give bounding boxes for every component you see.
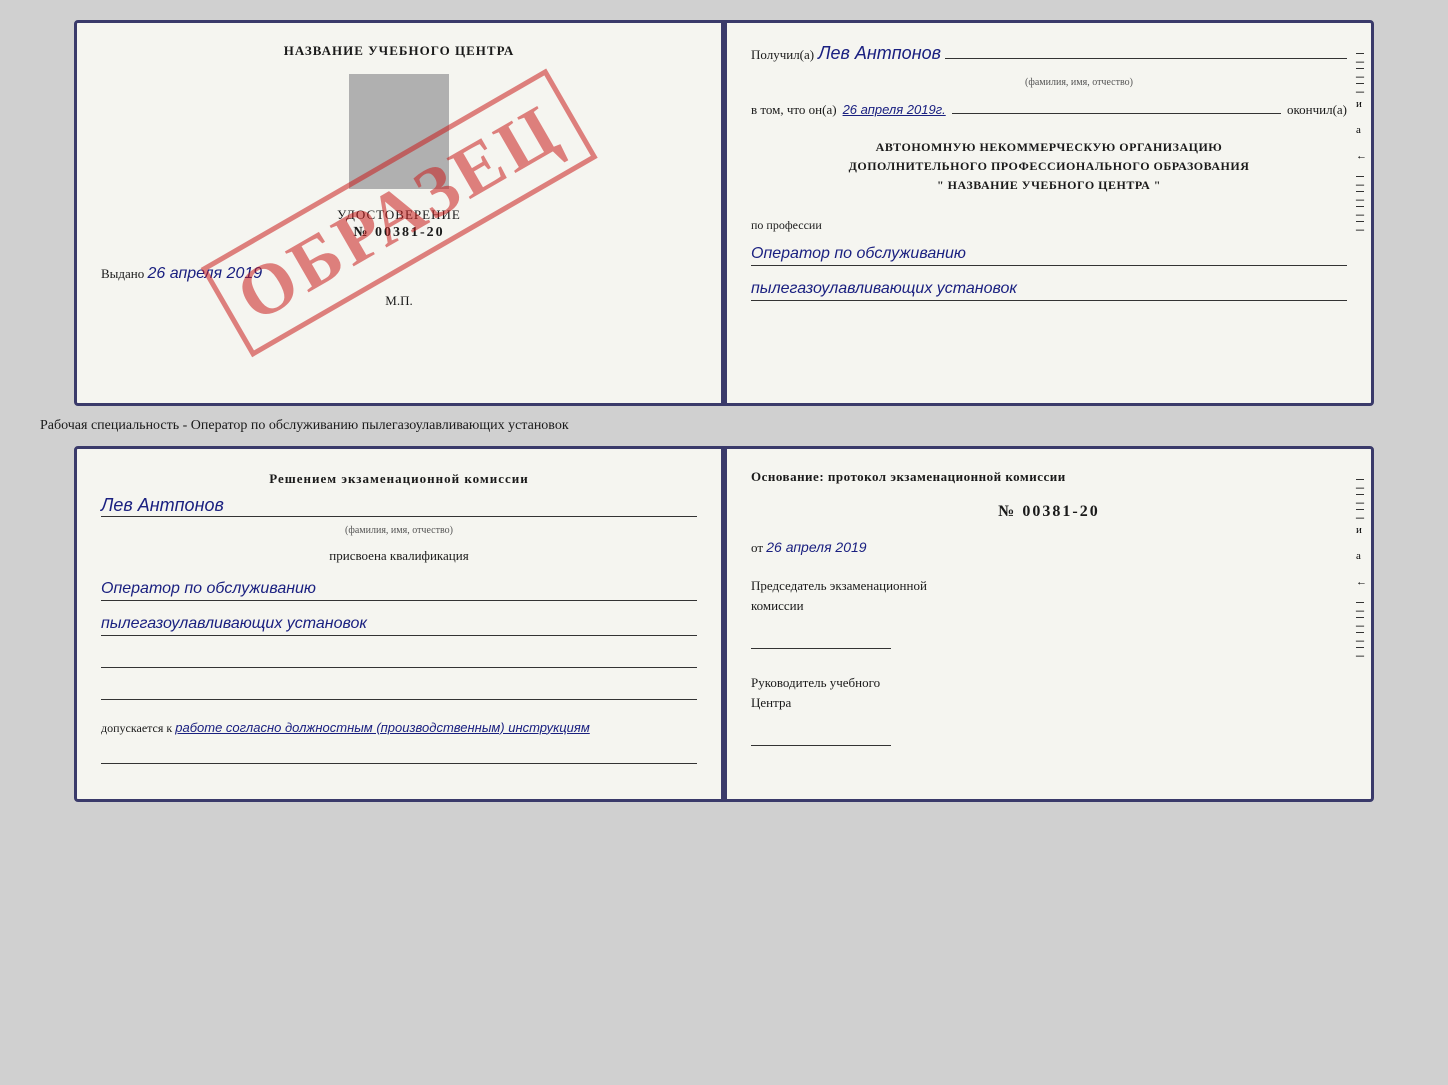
qual-chairman-line1: Председатель экзаменационной: [751, 576, 1347, 596]
btick-6: –: [1356, 632, 1364, 633]
btick-5: –: [1356, 617, 1364, 618]
qual-admission-text: допускается к работе согласно должностны…: [101, 720, 697, 736]
cert-profession-label: по профессии: [751, 218, 1347, 233]
qualification-book: Решением экзаменационной комиссии Лев Ан…: [74, 446, 1374, 802]
qual-qualification-line2: пылегазоулавливающих установок: [101, 615, 697, 636]
btick-arrow: ←: [1356, 576, 1367, 588]
cert-profession-line2: пылегазоулавливающих установок: [751, 280, 1347, 301]
cert-photo-placeholder: [349, 74, 449, 189]
qual-commission-text: Решением экзаменационной комиссии: [101, 469, 697, 489]
cert-mp: М.П.: [385, 293, 412, 309]
tick-1: –: [1356, 53, 1364, 54]
btick-4: –: [1356, 602, 1364, 603]
qual-director-text: Руководитель учебного Центра: [751, 673, 1347, 712]
tick-a: а: [1356, 124, 1367, 136]
btick-1: –: [1356, 479, 1364, 480]
qual-qualification-line1: Оператор по обслуживанию: [101, 580, 697, 601]
tick-5: –: [1356, 191, 1364, 192]
qual-from-date-handwritten: 26 апреля 2019: [766, 539, 866, 555]
tick-7: –: [1356, 221, 1364, 222]
qual-admission-underline: [101, 746, 697, 764]
cert-org-block: АВТОНОМНУЮ НЕКОММЕРЧЕСКУЮ ОРГАНИЗАЦИЮ ДО…: [751, 138, 1347, 196]
tick-3: –: [1356, 83, 1364, 84]
cert-school-name: НАЗВАНИЕ УЧЕБНОГО ЦЕНТРА: [284, 43, 515, 59]
qual-name-subtitle: (фамилия, имя, отчество): [101, 525, 697, 536]
qual-admission-handwritten: работе согласно должностным (производств…: [175, 720, 590, 735]
qual-left-content: Решением экзаменационной комиссии Лев Ан…: [101, 469, 697, 764]
qual-chairman-text: Председатель экзаменационной комиссии: [751, 576, 1347, 615]
qual-left-page: Решением экзаменационной комиссии Лев Ан…: [77, 449, 727, 799]
certificate-book: НАЗВАНИЕ УЧЕБНОГО ЦЕНТРА УДОСТОВЕРЕНИЕ №…: [74, 20, 1374, 406]
cert-recipient-subtitle: (фамилия, имя, отчество): [811, 77, 1347, 88]
cert-org-line3: " НАЗВАНИЕ УЧЕБНОГО ЦЕНТРА ": [751, 176, 1347, 195]
qual-director-signature: [751, 726, 891, 746]
qual-right-page: Основание: протокол экзаменационной коми…: [727, 449, 1371, 799]
cert-completed-prefix: в том, что он(а): [751, 102, 837, 118]
tick-2: –: [1356, 68, 1364, 69]
qual-blank-line1: [101, 650, 697, 668]
btick-a: а: [1356, 550, 1367, 562]
qual-director-line2: Центра: [751, 693, 1347, 713]
cert-right-page: Получил(а) Лев Антпонов (фамилия, имя, о…: [727, 23, 1371, 403]
tick-6: –: [1356, 206, 1364, 207]
btick-i: и: [1356, 524, 1367, 536]
document-wrapper: НАЗВАНИЕ УЧЕБНОГО ЦЕНТРА УДОСТОВЕРЕНИЕ №…: [20, 20, 1428, 802]
qual-protocol-number: № 00381-20: [751, 503, 1347, 521]
qual-chairman-line2: комиссии: [751, 596, 1347, 616]
cert-left-page: НАЗВАНИЕ УЧЕБНОГО ЦЕНТРА УДОСТОВЕРЕНИЕ №…: [77, 23, 727, 403]
qual-from-date: от 26 апреля 2019: [751, 539, 1347, 556]
cert-title-block: УДОСТОВЕРЕНИЕ № 00381-20: [337, 207, 461, 241]
cert-date-line: в том, что он(а) 26 апреля 2019г. окончи…: [751, 102, 1347, 118]
cert-right-content: Получил(а) Лев Антпонов (фамилия, имя, о…: [751, 43, 1347, 301]
between-docs-label: Рабочая специальность - Оператор по обсл…: [20, 418, 569, 434]
qual-right-content: Основание: протокол экзаменационной коми…: [751, 469, 1347, 750]
cert-date-underline: [952, 113, 1281, 114]
qual-blank-line2: [101, 682, 697, 700]
right-ticks-top: – – – и а ← – – – –: [1356, 53, 1367, 222]
qual-director-line1: Руководитель учебного: [751, 673, 1347, 693]
btick-3: –: [1356, 509, 1364, 510]
qual-name-handwritten: Лев Антпонов: [101, 495, 224, 515]
cert-title: УДОСТОВЕРЕНИЕ: [337, 207, 461, 223]
btick-2: –: [1356, 494, 1364, 495]
cert-org-line2: ДОПОЛНИТЕЛЬНОГО ПРОФЕССИОНАЛЬНОГО ОБРАЗО…: [751, 157, 1347, 176]
qual-admission-prefix: допускается к: [101, 721, 172, 735]
cert-issued-date: 26 апреля 2019: [148, 265, 263, 282]
cert-left-content: НАЗВАНИЕ УЧЕБНОГО ЦЕНТРА УДОСТОВЕРЕНИЕ №…: [101, 43, 697, 383]
qual-name-block: Лев Антпонов: [101, 495, 697, 517]
cert-recipient-underline: [945, 58, 1347, 59]
cert-issued: Выдано 26 апреля 2019: [101, 265, 697, 283]
qual-assigned-text: присвоена квалификация: [101, 548, 697, 564]
cert-issued-label: Выдано: [101, 266, 144, 281]
right-ticks-bottom: – – – и а ← – – – –: [1356, 479, 1367, 648]
cert-completed-suffix: окончил(а): [1287, 102, 1347, 118]
qual-chairman-signature: [751, 629, 891, 649]
qual-basis-text: Основание: протокол экзаменационной коми…: [751, 469, 1347, 485]
cert-recipient-line: Получил(а) Лев Антпонов: [751, 43, 1347, 64]
qual-from-prefix: от: [751, 540, 763, 555]
cert-number: № 00381-20: [337, 225, 461, 241]
tick-arrow: ←: [1356, 150, 1367, 162]
tick-i: и: [1356, 98, 1367, 110]
btick-7: –: [1356, 647, 1364, 648]
cert-org-line1: АВТОНОМНУЮ НЕКОММЕРЧЕСКУЮ ОРГАНИЗАЦИЮ: [751, 138, 1347, 157]
cert-received-label: Получил(а): [751, 47, 814, 63]
cert-completed-date: 26 апреля 2019г.: [843, 102, 946, 117]
tick-4: –: [1356, 176, 1364, 177]
cert-recipient-name: Лев Антпонов: [818, 43, 941, 64]
cert-profession-line1: Оператор по обслуживанию: [751, 245, 1347, 266]
